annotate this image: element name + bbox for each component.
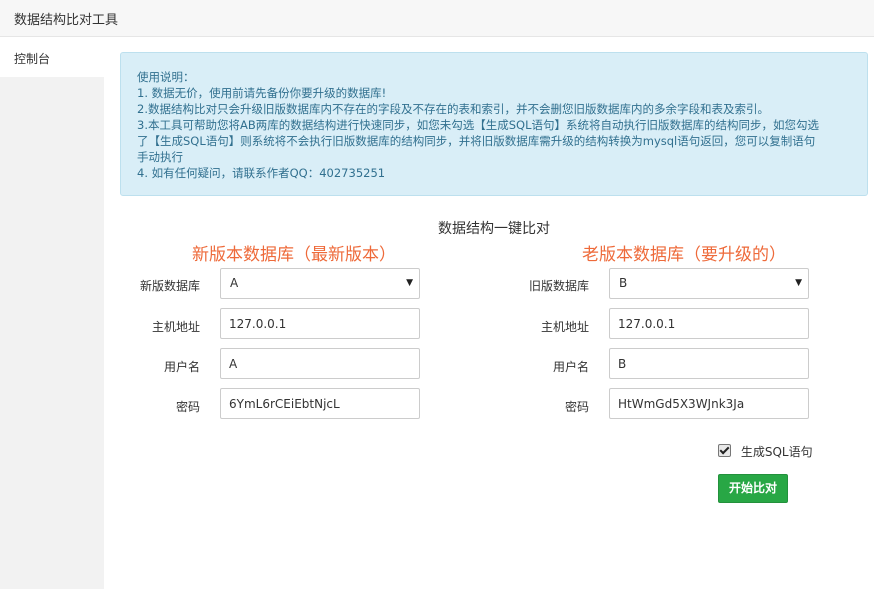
sidebar-item-console[interactable]: 控制台 — [0, 37, 104, 77]
new-password-label: 密码 — [175, 400, 200, 414]
new-user-input[interactable] — [220, 348, 420, 379]
instructions-line: 1. 数据无价，使用前请先备份你要升级的数据库! — [137, 86, 387, 100]
generate-sql-label: 生成SQL语句 — [740, 445, 813, 459]
caret-down-icon: ▼ — [406, 278, 413, 288]
instructions-line: 3.本工具可帮助您将AB两库的数据结构进行快速同步，如您未勾选【生成SQL语句】… — [137, 118, 819, 132]
new-db-label: 新版数据库 — [139, 279, 200, 293]
new-db-select-value: A — [230, 276, 239, 290]
instructions-line: 手动执行 — [137, 150, 183, 164]
old-password-input[interactable] — [609, 388, 809, 419]
new-host-label: 主机地址 — [151, 320, 200, 334]
new-user-label: 用户名 — [163, 360, 200, 374]
old-user-label: 用户名 — [552, 360, 589, 374]
old-db-label: 旧版数据库 — [528, 279, 589, 293]
generate-sql-checkbox[interactable] — [718, 444, 731, 457]
caret-down-icon: ▼ — [795, 278, 802, 288]
instructions-box: 使用说明： 1. 数据无价，使用前请先备份你要升级的数据库! 2.数据结构比对只… — [120, 52, 868, 196]
top-bar: 数据结构比对工具 — [0, 0, 874, 37]
new-db-title: 新版本数据库（最新版本） — [192, 245, 396, 265]
new-db-select[interactable]: A ▼ — [220, 268, 420, 299]
sidebar-item-label: 控制台 — [14, 52, 51, 66]
start-compare-button[interactable]: 开始比对 — [718, 474, 788, 503]
sidebar: 控制台 — [0, 37, 104, 589]
old-host-input[interactable] — [609, 308, 809, 339]
section-title: 数据结构一键比对 — [438, 221, 550, 237]
app-title: 数据结构比对工具 — [14, 13, 119, 28]
old-password-label: 密码 — [564, 400, 589, 414]
new-password-input[interactable] — [220, 388, 420, 419]
old-db-select-value: B — [619, 276, 628, 290]
new-host-input[interactable] — [220, 308, 420, 339]
instructions-line: 2.数据结构比对只会升级旧版数据库内不存在的字段及不存在的表和索引，并不会删您旧… — [137, 102, 769, 116]
old-host-label: 主机地址 — [540, 320, 589, 334]
old-db-title: 老版本数据库（要升级的） — [582, 245, 786, 265]
old-db-select[interactable]: B ▼ — [609, 268, 809, 299]
instructions-line: 4. 如有任何疑问，请联系作者QQ：402735251 — [137, 166, 386, 180]
instructions-line: 使用说明： — [137, 70, 195, 84]
old-user-input[interactable] — [609, 348, 809, 379]
generate-sql-option: 生成SQL语句 — [718, 443, 813, 460]
instructions-line: 了【生成SQL语句】则系统将不会执行旧版数据库的结构同步，并将旧版数据库需升级的… — [137, 134, 816, 148]
